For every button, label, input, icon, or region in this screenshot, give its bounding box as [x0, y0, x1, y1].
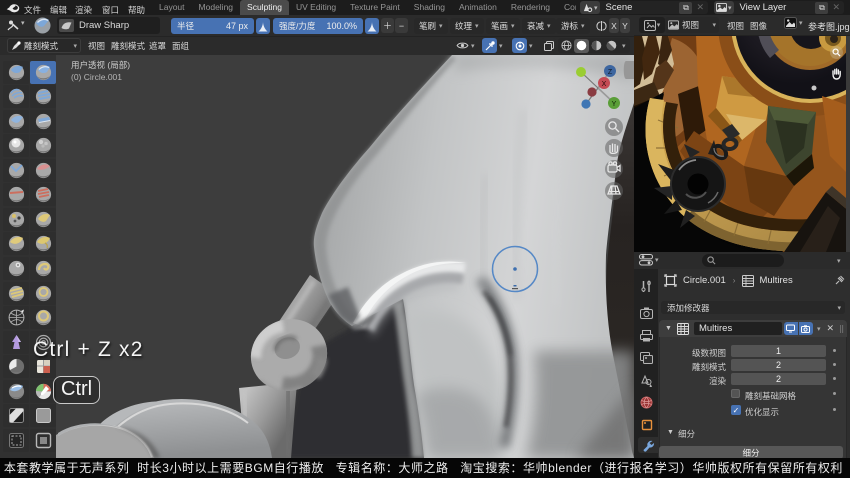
svg-text:Z: Z — [608, 69, 613, 76]
svg-text:Y: Y — [612, 101, 617, 108]
svg-text:X: X — [602, 81, 607, 88]
